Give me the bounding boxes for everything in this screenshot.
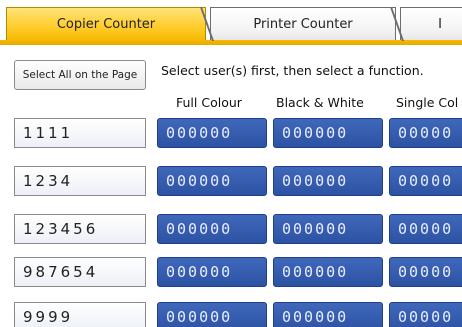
user-select-button[interactable]: 1234: [14, 166, 146, 196]
user-select-button[interactable]: 9999: [14, 302, 146, 327]
select-all-on-page-button[interactable]: Select All on the Page: [14, 60, 146, 90]
counter-full-colour: 000000: [157, 118, 267, 148]
user-counter-screen: Copier Counter Printer Counter I Select …: [0, 0, 462, 327]
counter-black-white: 000000: [273, 166, 383, 196]
column-header-black-white: Black & White: [276, 95, 364, 110]
counter-single-colour: 00000: [389, 257, 462, 287]
table-row: 1111 000000 000000 00000: [0, 118, 462, 148]
counter-black-white: 000000: [273, 257, 383, 287]
tab-divider-icon: [200, 7, 214, 41]
counter-full-colour: 000000: [157, 302, 267, 327]
tab-copier-counter[interactable]: Copier Counter: [6, 7, 206, 41]
counter-single-colour: 00000: [389, 214, 462, 244]
tab-label: I: [438, 17, 442, 32]
tab-label: Copier Counter: [56, 17, 156, 32]
counter-black-white: 000000: [273, 214, 383, 244]
user-select-button[interactable]: 1111: [14, 118, 146, 148]
column-header-full-colour: Full Colour: [176, 95, 242, 110]
counter-full-colour: 000000: [157, 214, 267, 244]
tab-strip: Copier Counter Printer Counter I: [0, 0, 462, 45]
tab-divider-icon: [390, 7, 404, 41]
counter-black-white: 000000: [273, 118, 383, 148]
select-all-label: Select All on the Page: [22, 69, 138, 81]
counter-single-colour: 00000: [389, 118, 462, 148]
table-row: 987654 000000 000000 00000: [0, 257, 462, 287]
tab-printer-counter[interactable]: Printer Counter: [210, 7, 396, 41]
table-row: 9999 000000 000000 00000: [0, 302, 462, 327]
tab-third[interactable]: I: [400, 7, 462, 41]
counter-full-colour: 000000: [157, 166, 267, 196]
instruction-text: Select user(s) first, then select a func…: [161, 63, 424, 78]
counter-single-colour: 00000: [389, 166, 462, 196]
table-row: 1234 000000 000000 00000: [0, 166, 462, 196]
column-header-single-colour: Single Col: [396, 95, 459, 110]
counter-single-colour: 00000: [389, 302, 462, 327]
counter-full-colour: 000000: [157, 257, 267, 287]
user-select-button[interactable]: 123456: [14, 214, 146, 244]
table-row: 123456 000000 000000 00000: [0, 214, 462, 244]
counter-black-white: 000000: [273, 302, 383, 327]
tab-label: Printer Counter: [253, 17, 353, 32]
user-select-button[interactable]: 987654: [14, 257, 146, 287]
